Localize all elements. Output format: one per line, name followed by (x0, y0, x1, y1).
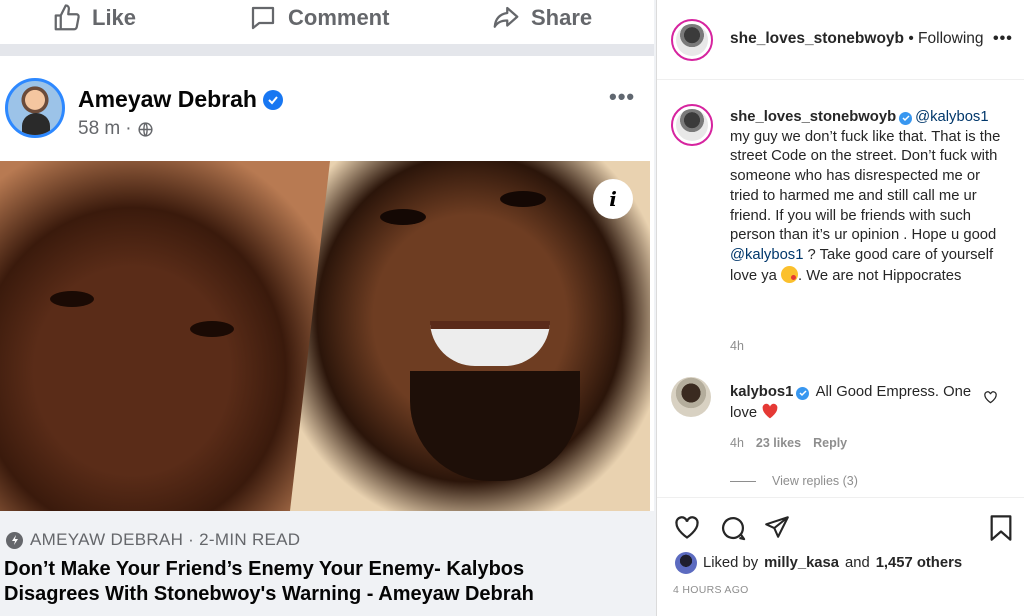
caption-username[interactable]: she_loves_stonebwoyb (730, 109, 896, 125)
liked-by-prefix: Liked by (703, 555, 759, 571)
caption-text: my guy we don’t fuck like that. That is … (730, 128, 1001, 244)
liked-by-others[interactable]: 1,457 others (876, 555, 962, 571)
instagram-post-header: she_loves_stonebwoyb • Following ••• (657, 0, 1024, 80)
comment-time[interactable]: 4h (730, 436, 744, 450)
view-replies-button[interactable]: View replies (3) (730, 474, 858, 488)
like-button[interactable]: Like (52, 0, 136, 36)
link-preview-text[interactable]: AMEYAW DEBRAH · 2-MIN READ Don’t Make Yo… (0, 511, 654, 616)
share-button[interactable]: Share (491, 0, 592, 36)
comment-username[interactable]: kalybos1 (730, 384, 793, 400)
direct-share-icon[interactable] (763, 514, 791, 540)
reply-avatar[interactable] (671, 377, 711, 417)
following-status[interactable]: • Following (908, 30, 983, 47)
thumbs-up-icon (54, 4, 80, 31)
post-meta: 58 m · (78, 118, 154, 140)
comment-meta: 4h 23 likes Reply (730, 436, 847, 450)
info-icon[interactable]: i (593, 179, 633, 219)
author-name[interactable]: Ameyaw Debrah (78, 86, 257, 113)
caption-avatar[interactable] (671, 104, 713, 146)
comment-label: Comment (288, 5, 390, 30)
share-arrow-icon (493, 6, 519, 28)
post-options-button[interactable]: ••• (609, 84, 635, 110)
caption-time[interactable]: 4h (730, 339, 744, 353)
author-avatar[interactable] (5, 78, 65, 138)
header-user: she_loves_stonebwoyb • Following (730, 30, 984, 48)
comment-heart-icon[interactable] (983, 390, 998, 404)
post-time[interactable]: 58 m (78, 118, 120, 140)
header-username[interactable]: she_loves_stonebwoyb (730, 30, 904, 47)
facebook-panel: Like Comment Share Ameyaw Debrah 58 m · … (0, 0, 656, 616)
globe-icon (137, 121, 153, 137)
author-name-row: Ameyaw Debrah (78, 86, 283, 113)
link-preview-image[interactable]: i (0, 161, 650, 511)
photo-detail (50, 291, 94, 307)
verified-badge-icon (262, 89, 283, 110)
photo-left-face (0, 161, 330, 511)
header-avatar[interactable] (671, 19, 713, 61)
caption-mention[interactable]: @kalybos1 (730, 247, 803, 263)
caption-mention[interactable]: @kalybos1 (915, 109, 988, 125)
comment-likes[interactable]: 23 likes (756, 436, 801, 450)
more-options-button[interactable]: ••• (993, 30, 1013, 48)
facebook-post: Ameyaw Debrah 58 m · ••• i AMEYAW DEBRAH… (0, 56, 654, 616)
link-source: AMEYAW DEBRAH · 2-MIN READ (6, 530, 300, 550)
verified-badge-icon (899, 111, 913, 125)
view-replies-label: View replies (3) (772, 474, 858, 488)
bolt-icon (6, 531, 23, 549)
headline-line: Disagrees With Stonebwoy's Warning - Ame… (4, 583, 534, 605)
liked-by: Liked by milly_kasa and 1,457 others (675, 552, 962, 574)
instagram-post-footer: Liked by milly_kasa and 1,457 others 4 H… (657, 497, 1024, 616)
post-divider (0, 44, 654, 56)
post-action-bar: Like Comment Share (0, 0, 654, 44)
reply-button[interactable]: Reply (813, 436, 847, 450)
post-timestamp[interactable]: 4 HOURS AGO (673, 584, 749, 596)
red-heart-emoji-icon (762, 403, 778, 418)
like-label: Like (92, 5, 137, 30)
link-source-text: AMEYAW DEBRAH · 2-MIN READ (30, 530, 301, 549)
caption-text: . We are not Hippocrates (798, 267, 962, 284)
instagram-panel: she_loves_stonebwoyb • Following ••• she… (656, 0, 1024, 616)
liked-by-user[interactable]: milly_kasa (764, 555, 839, 571)
headline-line: Don’t Make Your Friend’s Enemy Your Enem… (4, 558, 525, 580)
heart-icon[interactable] (673, 514, 701, 540)
comment-icon[interactable] (719, 514, 747, 542)
photo-detail (380, 209, 426, 225)
share-label: Share (531, 5, 593, 30)
divider-line (730, 480, 756, 482)
photo-detail (190, 321, 234, 337)
link-headline[interactable]: Don’t Make Your Friend’s Enemy Your Enem… (4, 557, 649, 607)
meta-separator: · (125, 118, 132, 139)
comment: kalybos1 All Good Empress. One love (730, 383, 980, 423)
kiss-wink-emoji-icon (781, 265, 799, 283)
comment-button[interactable]: Comment (248, 0, 389, 36)
speech-bubble-icon (251, 6, 275, 30)
caption: she_loves_stonebwoyb @kalybos1 my guy we … (730, 108, 1005, 286)
photo-detail (500, 191, 546, 207)
liked-by-and: and (845, 555, 870, 571)
verified-badge-icon (796, 386, 810, 400)
bookmark-icon[interactable] (989, 514, 1013, 542)
liker-avatar[interactable] (675, 552, 697, 574)
